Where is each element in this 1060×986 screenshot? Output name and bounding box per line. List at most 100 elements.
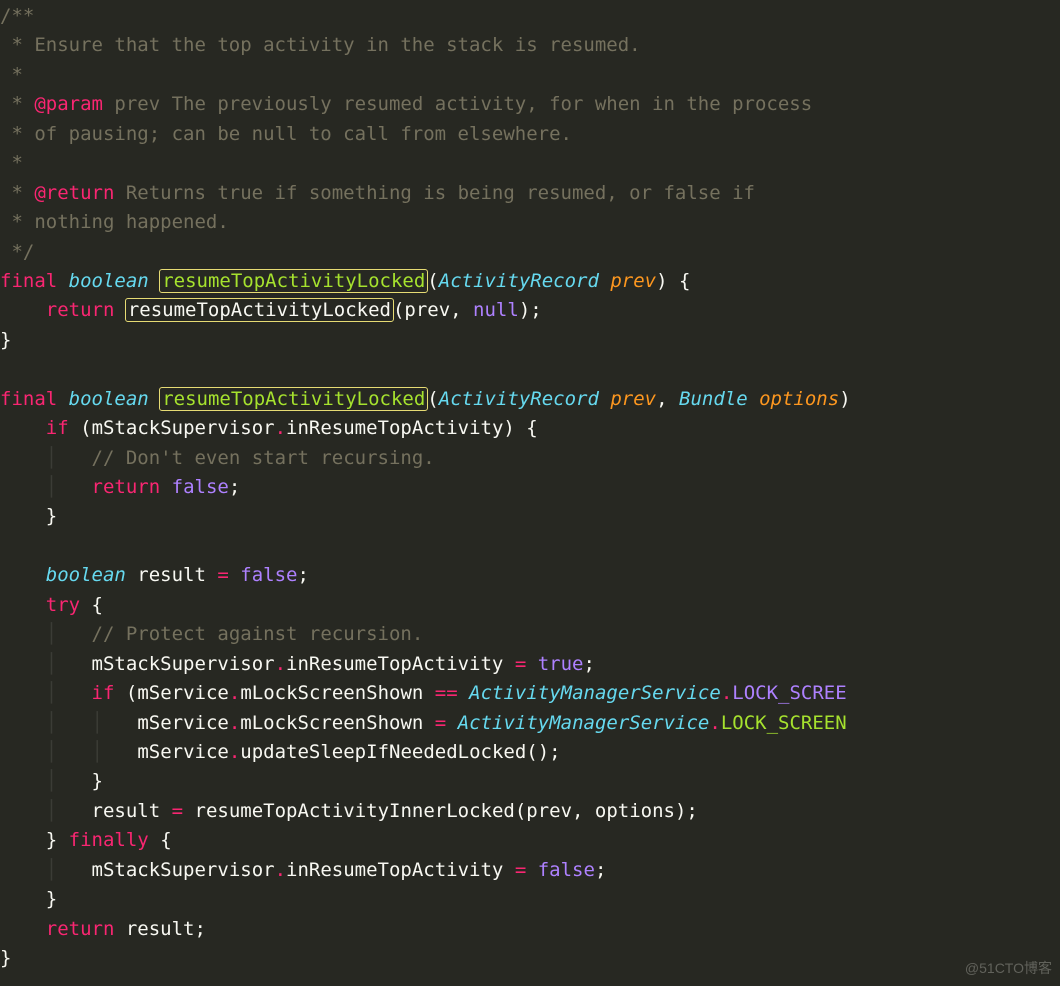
keyword-return: return (46, 299, 115, 321)
keyword-if: if (46, 417, 69, 439)
dot-op: . (275, 859, 286, 881)
keyword-final: final (0, 388, 57, 410)
dot-op: . (229, 712, 240, 734)
keyword-finally: finally (69, 829, 149, 851)
doc-line: Returns true if something is being resum… (114, 182, 755, 204)
assign-op: = (217, 564, 228, 586)
type-boolean: boolean (69, 270, 149, 292)
code-editor[interactable]: /** * Ensure that the top activity in th… (0, 0, 1060, 973)
watermark-text: @51CTO博客 (965, 958, 1052, 980)
doc-line: * (0, 64, 23, 86)
constant: LOCK_SCREE (732, 682, 846, 704)
method-def-resumeTopActivityLocked-2: resumeTopActivityLocked (160, 388, 427, 410)
brace-close: } (0, 947, 11, 969)
doc-comment-end: */ (0, 241, 34, 263)
ident: result (137, 564, 206, 586)
method-call-resumeTopActivityLocked: resumeTopActivityLocked (126, 299, 393, 321)
param-type: ActivityRecord (439, 388, 599, 410)
comment-line: // Protect against recursion. (92, 623, 424, 645)
indent-guide: │ (46, 770, 57, 792)
method-call: resumeTopActivityInnerLocked (195, 800, 515, 822)
dot-op: . (275, 417, 286, 439)
keyword-try: try (46, 594, 80, 616)
doc-line: * (0, 182, 34, 204)
assign-op: = (515, 859, 526, 881)
brace-close: } (46, 829, 57, 851)
brace-close: } (46, 888, 57, 910)
keyword-return: return (46, 918, 115, 940)
semicolon: ; (229, 476, 240, 498)
param-type: Bundle (679, 388, 748, 410)
ident: mService (137, 741, 229, 763)
constant: LOCK_SCREEN (721, 712, 847, 734)
type-boolean: boolean (46, 564, 126, 586)
indent-guide: │ (46, 623, 57, 645)
keyword-return: return (92, 476, 161, 498)
assign-op: = (435, 712, 446, 734)
brace-open: { (526, 417, 537, 439)
paren-open: ( (427, 388, 438, 410)
class-ref: ActivityManagerService (458, 712, 710, 734)
ident: mStackSupervisor (92, 653, 275, 675)
paren-close: ) (839, 388, 850, 410)
indent-guide: │ (46, 741, 57, 763)
ident: result (92, 800, 161, 822)
doc-comment-start: /** (0, 5, 34, 27)
class-ref: ActivityManagerService (469, 682, 721, 704)
ident: mLockScreenShown (240, 682, 423, 704)
false-literal: false (172, 476, 229, 498)
semicolon: ; (298, 564, 309, 586)
method-call: updateSleepIfNeededLocked (240, 741, 526, 763)
args: (prev, (393, 299, 473, 321)
true-literal: true (538, 653, 584, 675)
semicolon: ; (595, 859, 606, 881)
param-options: options (759, 388, 839, 410)
brace-open: { (160, 829, 171, 851)
doc-line: * (0, 152, 23, 174)
param-prev: prev (610, 270, 656, 292)
paren-open: ( (80, 417, 91, 439)
indent-guide: │ (46, 476, 57, 498)
method-def-resumeTopActivityLocked: resumeTopActivityLocked (160, 270, 427, 292)
brace-close: } (46, 505, 57, 527)
dot-op: . (229, 682, 240, 704)
keyword-if: if (92, 682, 115, 704)
indent-guide: │ (46, 653, 57, 675)
comment-line: // Don't even start recursing. (92, 447, 435, 469)
ident: mStackSupervisor (92, 859, 275, 881)
doc-line: * Ensure that the top activity in the st… (0, 34, 641, 56)
indent-guide: │ (92, 741, 103, 763)
dot-op: . (275, 653, 286, 675)
indent-guide: │ (46, 682, 57, 704)
ident: mService (137, 712, 229, 734)
doc-line: * of pausing; can be null to call from e… (0, 123, 572, 145)
doc-line: prev The previously resumed activity, fo… (103, 93, 812, 115)
type-boolean: boolean (69, 388, 149, 410)
null-literal: null (473, 299, 519, 321)
javadoc-return-tag: @return (34, 182, 114, 204)
dot-op: . (721, 682, 732, 704)
indent-guide: │ (46, 447, 57, 469)
brace-open: { (679, 270, 690, 292)
keyword-final: final (0, 270, 57, 292)
param-type: ActivityRecord (439, 270, 599, 292)
ident: inResumeTopActivity (286, 417, 503, 439)
brace-open: { (92, 594, 103, 616)
indent-guide: │ (92, 712, 103, 734)
ident: mStackSupervisor (92, 417, 275, 439)
javadoc-param-tag: @param (34, 93, 103, 115)
call-args: (); (526, 741, 560, 763)
false-literal: false (538, 859, 595, 881)
dot-op: . (229, 741, 240, 763)
eq-op: == (435, 682, 458, 704)
brace-close: } (0, 329, 11, 351)
paren-open: ( (126, 682, 137, 704)
args-end: ); (519, 299, 542, 321)
paren-close: ) (503, 417, 514, 439)
semicolon: ; (195, 918, 206, 940)
indent-guide: │ (46, 800, 57, 822)
ident: inResumeTopActivity (286, 653, 503, 675)
paren-close: ) (656, 270, 667, 292)
assign-op: = (172, 800, 183, 822)
semicolon: ; (584, 653, 595, 675)
